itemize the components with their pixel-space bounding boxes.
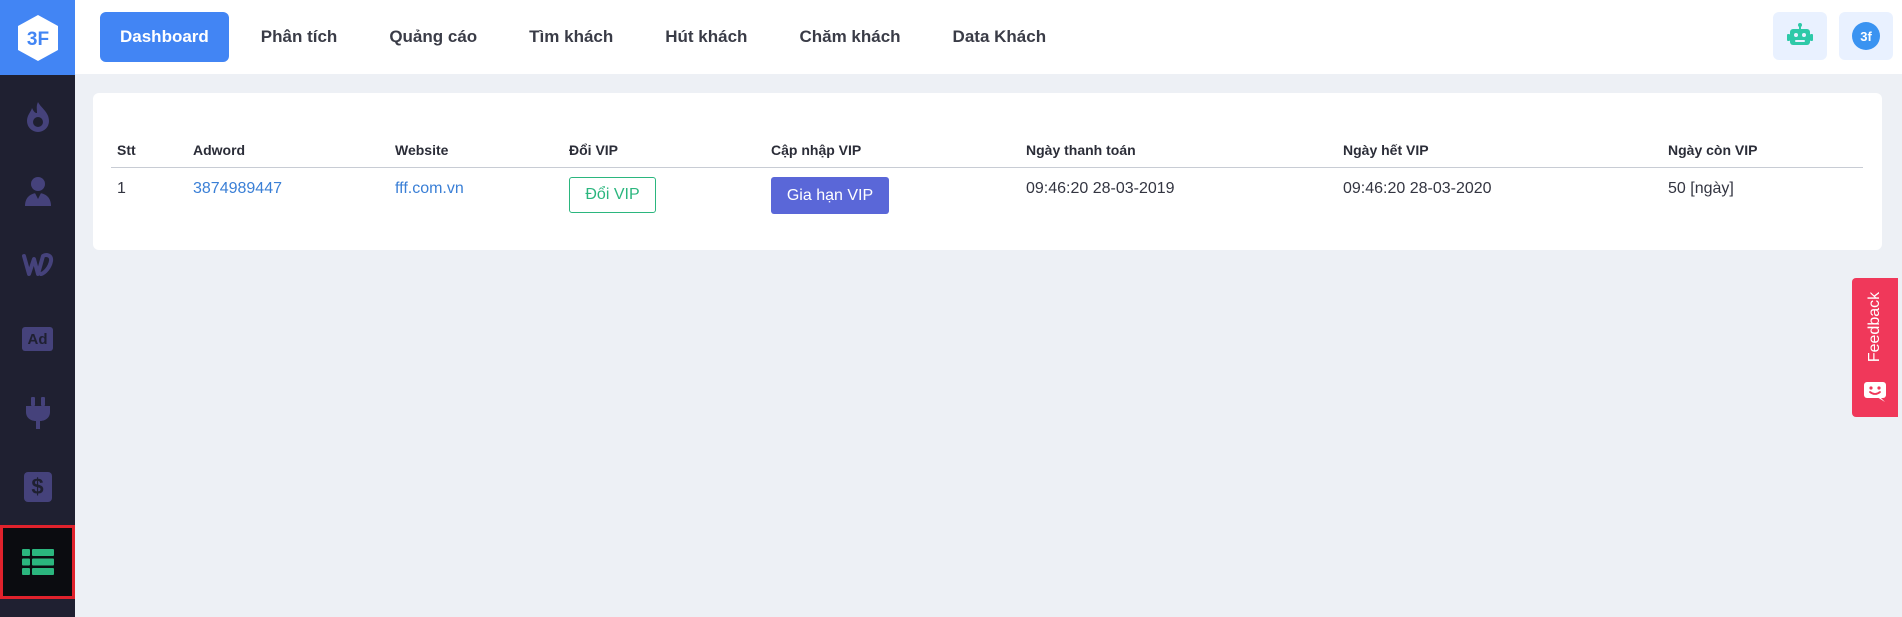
table-row: 1 3874989447 fff.com.vn Đổi VIP Gia hạn … — [111, 168, 1863, 216]
cell-stt: 1 — [117, 180, 126, 197]
nav-customer-data[interactable]: Data Khách — [933, 12, 1067, 62]
adword-link[interactable]: 3874989447 — [193, 180, 282, 197]
weebly-w-icon — [21, 253, 53, 276]
nav-advertising[interactable]: Quảng cáo — [369, 12, 497, 62]
cell-expiry-date: 09:46:20 28-03-2020 — [1343, 180, 1492, 197]
cell-payment-date: 09:46:20 28-03-2019 — [1026, 180, 1175, 197]
table-header-row: Stt Adword Website Đổi VIP Cập nhập VIP … — [111, 133, 1863, 168]
sidebar-item-users[interactable] — [0, 154, 75, 228]
col-header-days-left: Ngày còn VIP — [1662, 133, 1863, 168]
fire-icon — [26, 102, 49, 132]
col-header-expiry-date: Ngày hết VIP — [1337, 133, 1662, 168]
bot-button[interactable] — [1773, 12, 1827, 60]
user-icon — [24, 177, 51, 206]
nav-find-customers[interactable]: Tìm khách — [509, 12, 633, 62]
sidebar-item-data-table[interactable] — [0, 525, 75, 599]
svg-text:3F: 3F — [26, 29, 48, 50]
avatar: 3f — [1852, 22, 1880, 50]
vip-table: Stt Adword Website Đổi VIP Cập nhập VIP … — [111, 133, 1863, 216]
col-header-adword: Adword — [187, 133, 389, 168]
sidebar-item-plugins[interactable] — [0, 376, 75, 450]
user-menu-button[interactable]: 3f — [1839, 12, 1893, 60]
app-logo[interactable]: 3F — [0, 0, 75, 75]
sidebar: 3F Ad $ — [0, 0, 75, 617]
nav-attract-customers[interactable]: Hút khách — [645, 12, 767, 62]
plug-icon — [25, 397, 50, 429]
sidebar-item-weebly[interactable] — [0, 228, 75, 302]
sidebar-item-ads[interactable]: Ad — [0, 302, 75, 376]
nav-analytics[interactable]: Phân tích — [241, 12, 358, 62]
sidebar-item-payment[interactable]: $ — [0, 450, 75, 524]
cell-days-left: 50 [ngày] — [1668, 180, 1734, 197]
main-nav: Dashboard Phân tích Quảng cáo Tìm khách … — [100, 12, 1078, 62]
vip-card: Stt Adword Website Đổi VIP Cập nhập VIP … — [93, 93, 1882, 250]
col-header-website: Website — [389, 133, 563, 168]
dollar-icon: $ — [23, 472, 52, 502]
hexagon-logo-icon: 3F — [17, 14, 58, 61]
top-navbar: Dashboard Phân tích Quảng cáo Tìm khách … — [75, 0, 1902, 74]
ad-icon: Ad — [22, 327, 53, 351]
nav-dashboard[interactable]: Dashboard — [100, 12, 229, 62]
feedback-tab[interactable]: Feedback — [1852, 278, 1898, 417]
table-list-icon — [21, 549, 54, 575]
sidebar-item-fire[interactable] — [0, 80, 75, 154]
col-header-payment-date: Ngày thanh toán — [1020, 133, 1337, 168]
feedback-label: Feedback — [1866, 291, 1884, 363]
col-header-change-vip: Đổi VIP — [563, 133, 765, 168]
renew-vip-button[interactable]: Gia hạn VIP — [771, 177, 889, 214]
col-header-update-vip: Cập nhập VIP — [765, 133, 1020, 168]
smiley-chat-icon — [1864, 382, 1886, 402]
col-header-stt: Stt — [111, 133, 187, 168]
nav-customer-care[interactable]: Chăm khách — [779, 12, 920, 62]
robot-icon — [1787, 23, 1813, 45]
website-link[interactable]: fff.com.vn — [395, 180, 464, 197]
change-vip-button[interactable]: Đổi VIP — [569, 177, 656, 213]
